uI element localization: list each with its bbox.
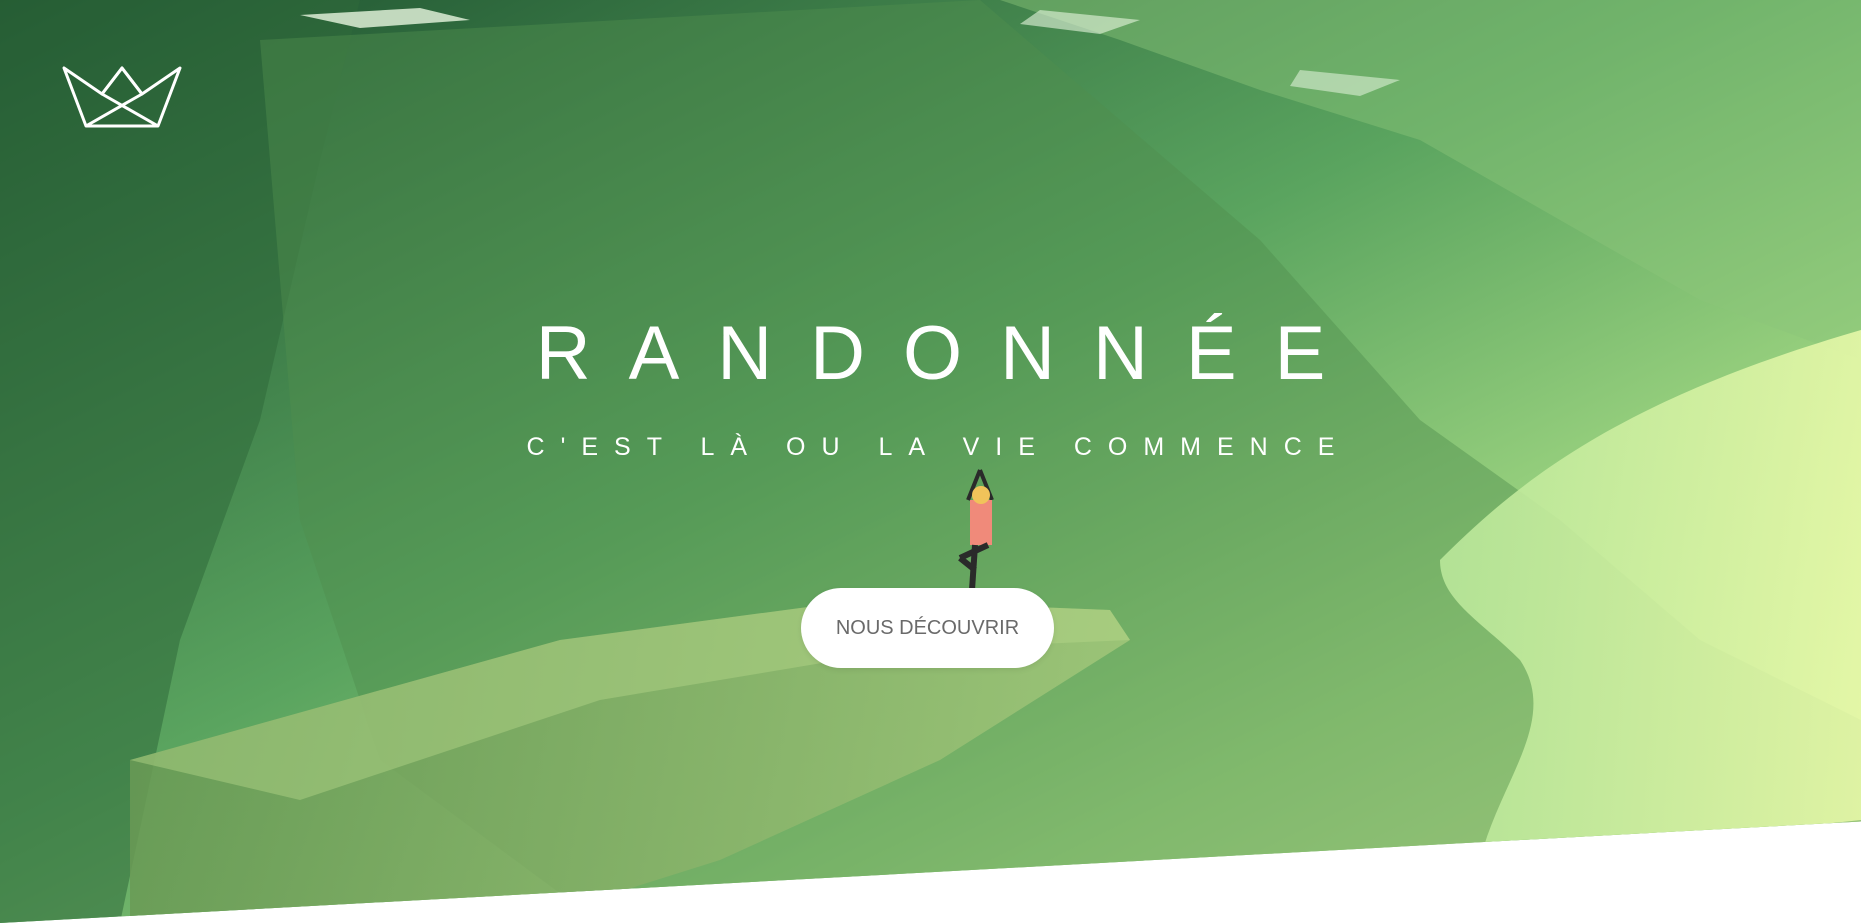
discover-button[interactable]: NOUS DÉCOUVRIR bbox=[801, 588, 1054, 668]
crown-icon[interactable] bbox=[62, 66, 182, 128]
hero-subtitle: C'EST LÀ OU LA VIE COMMENCE bbox=[526, 433, 1351, 461]
hero-title: RANDONNÉE bbox=[535, 311, 1364, 396]
hero-section: RANDONNÉE C'EST LÀ OU LA VIE COMMENCE NO… bbox=[0, 0, 1861, 923]
